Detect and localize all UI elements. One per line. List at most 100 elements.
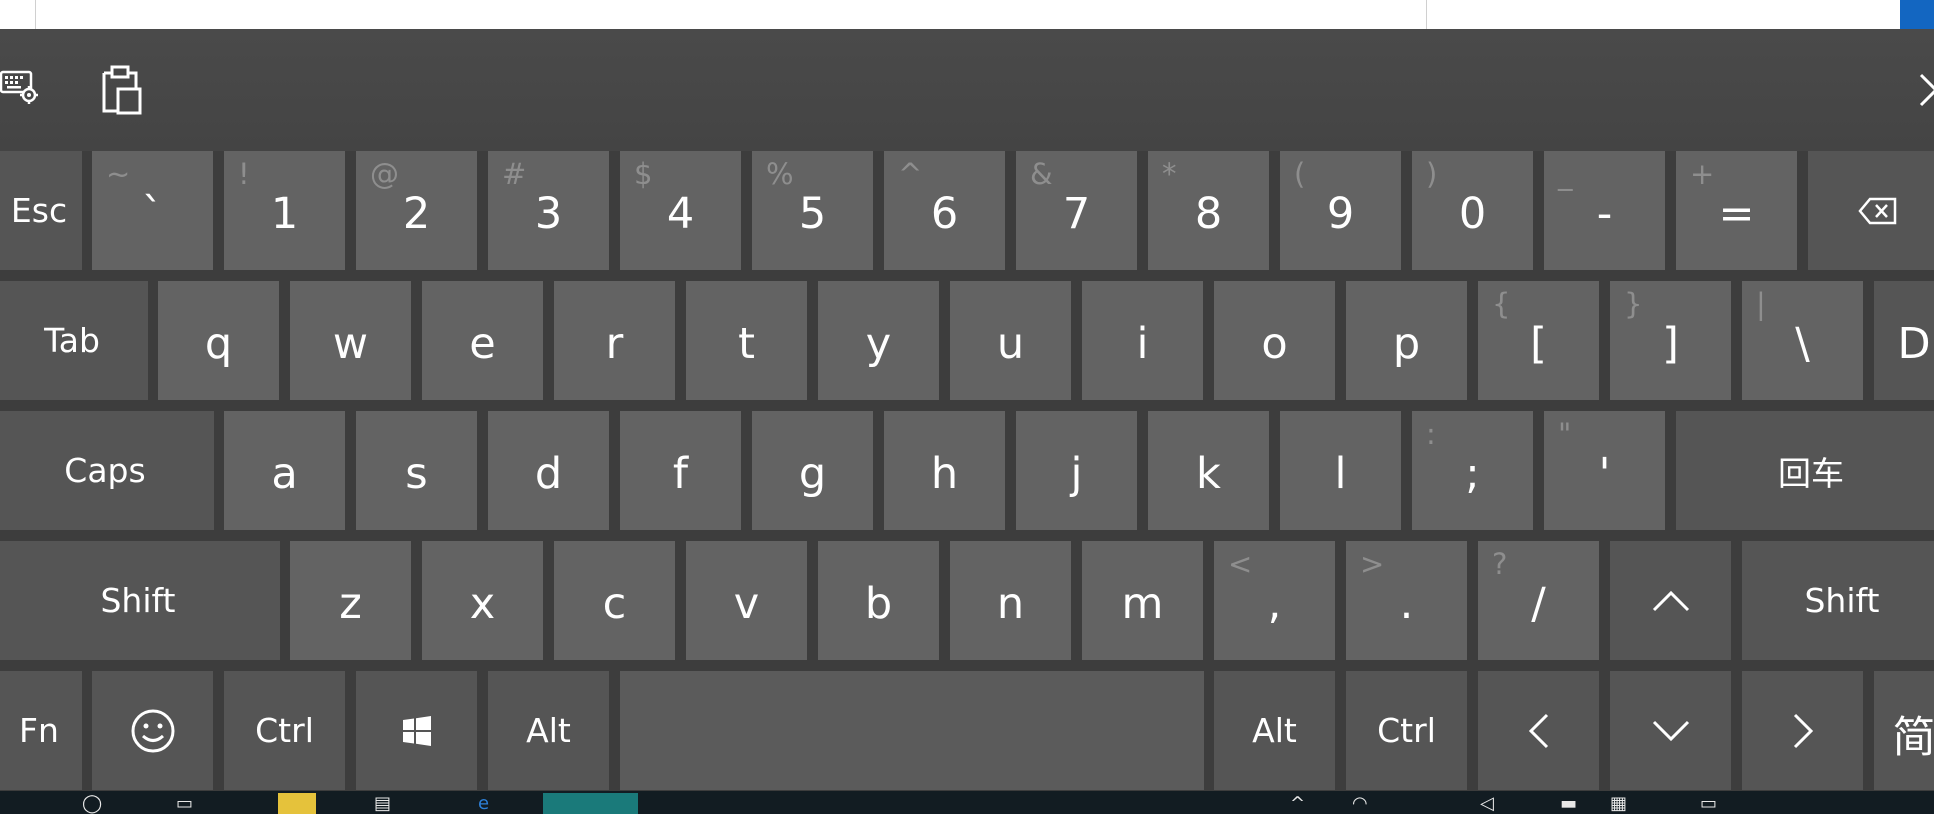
key-tab[interactable]: Tab <box>0 281 148 400</box>
key-right[interactable] <box>1742 671 1863 790</box>
key-del[interactable]: D <box>1874 281 1934 400</box>
key-t[interactable]: t <box>686 281 807 400</box>
key-space[interactable] <box>620 671 1204 790</box>
key-semicolon[interactable]: :; <box>1412 411 1533 530</box>
key-q[interactable]: q <box>158 281 279 400</box>
key-b[interactable]: b <box>818 541 939 660</box>
key-label: u <box>996 318 1025 369</box>
key-rshift[interactable]: Shift <box>1742 541 1934 660</box>
key-win[interactable] <box>356 671 477 790</box>
network-icon[interactable]: ◠ <box>1352 793 1368 814</box>
keyboard-icon[interactable]: ▦ <box>1610 793 1627 814</box>
key-backtick[interactable]: ~ ` <box>92 151 213 270</box>
key-9[interactable]: (9 <box>1280 151 1401 270</box>
key-secondary-label: * <box>1162 157 1177 191</box>
key-label: Ctrl <box>1377 711 1436 750</box>
key-down[interactable] <box>1610 671 1731 790</box>
clipboard-icon[interactable] <box>98 65 144 115</box>
battery-icon[interactable]: ▬ <box>1560 793 1577 814</box>
key-k[interactable]: k <box>1148 411 1269 530</box>
key-5[interactable]: % 5 <box>752 151 873 270</box>
key-secondary-label: $ <box>634 157 653 191</box>
key-v[interactable]: v <box>686 541 807 660</box>
key-2[interactable]: @2 <box>356 151 477 270</box>
key-x[interactable]: x <box>422 541 543 660</box>
key-up[interactable] <box>1610 541 1731 660</box>
key-c[interactable]: c <box>554 541 675 660</box>
key-w[interactable]: w <box>290 281 411 400</box>
keyboard-settings-icon[interactable] <box>0 69 40 105</box>
key-esc[interactable]: Esc <box>0 151 82 270</box>
task-view-icon[interactable]: ▭ <box>176 793 193 814</box>
key-g[interactable]: g <box>752 411 873 530</box>
key-f[interactable]: f <box>620 411 741 530</box>
key-s[interactable]: s <box>356 411 477 530</box>
key-fn[interactable]: Fn <box>0 671 82 790</box>
key-6[interactable]: ^ 6 <box>884 151 1005 270</box>
chevron-up-icon[interactable]: ^ <box>1290 793 1305 814</box>
key-label: 9 <box>1326 188 1355 239</box>
key-caps[interactable]: Caps <box>0 411 214 530</box>
app-icon[interactable] <box>278 793 316 814</box>
app-icon[interactable]: ▤ <box>374 793 412 814</box>
key-label: Tab <box>44 321 100 360</box>
layout-icon[interactable]: ▭ <box>1700 793 1717 814</box>
key-minus[interactable]: _ - <box>1544 151 1665 270</box>
key-o[interactable]: o <box>1214 281 1335 400</box>
key-i[interactable]: i <box>1082 281 1203 400</box>
key-label: 6 <box>930 188 959 239</box>
key-backspace[interactable] <box>1808 151 1934 270</box>
app-icon[interactable] <box>543 793 638 814</box>
key-rctrl[interactable]: Ctrl <box>1346 671 1467 790</box>
key-emoji[interactable] <box>92 671 213 790</box>
key-comma[interactable]: <, <box>1214 541 1335 660</box>
key-n[interactable]: n <box>950 541 1071 660</box>
key-label: 4 <box>666 188 695 239</box>
key-u[interactable]: u <box>950 281 1071 400</box>
key-d[interactable]: d <box>488 411 609 530</box>
volume-icon[interactable]: ◁ <box>1480 793 1494 814</box>
edge-icon[interactable]: e <box>478 793 489 814</box>
key-label: 简 <box>1892 712 1934 763</box>
key-backslash[interactable]: | \ <box>1742 281 1863 400</box>
key-equals[interactable]: + = <box>1676 151 1797 270</box>
key-secondary-label: ? <box>1492 547 1508 581</box>
key-l[interactable]: l <box>1280 411 1401 530</box>
key-lshift[interactable]: Shift <box>0 541 280 660</box>
key-label: f <box>672 448 689 499</box>
key-7[interactable]: & 7 <box>1016 151 1137 270</box>
search-icon[interactable]: ◯ <box>82 793 102 814</box>
key-4[interactable]: $4 <box>620 151 741 270</box>
key-left[interactable] <box>1478 671 1599 790</box>
key-secondary-label: } <box>1624 287 1643 321</box>
key-slash[interactable]: ? / <box>1478 541 1599 660</box>
key-a[interactable]: a <box>224 411 345 530</box>
key-y[interactable]: y <box>818 281 939 400</box>
key-8[interactable]: * 8 <box>1148 151 1269 270</box>
key-e[interactable]: e <box>422 281 543 400</box>
key-label: t <box>738 318 755 369</box>
key-quote[interactable]: " ' <box>1544 411 1665 530</box>
key-j[interactable]: j <box>1016 411 1137 530</box>
key-rbracket[interactable]: }] <box>1610 281 1731 400</box>
key-p[interactable]: p <box>1346 281 1467 400</box>
key-lctrl[interactable]: Ctrl <box>224 671 345 790</box>
close-icon[interactable] <box>1917 69 1934 109</box>
key-m[interactable]: m <box>1082 541 1203 660</box>
key-secondary-label: < <box>1228 547 1253 581</box>
key-lbracket[interactable]: {[ <box>1478 281 1599 400</box>
key-z[interactable]: z <box>290 541 411 660</box>
key-enter[interactable]: 回车 <box>1676 411 1934 530</box>
backspace-icon <box>1858 196 1898 226</box>
key-label: 5 <box>798 188 827 239</box>
key-ralt[interactable]: Alt <box>1214 671 1335 790</box>
key-lang[interactable]: 简 <box>1874 671 1934 790</box>
key-3[interactable]: #3 <box>488 151 609 270</box>
key-label: i <box>1136 318 1149 369</box>
key-0[interactable]: ) 0 <box>1412 151 1533 270</box>
key-r[interactable]: r <box>554 281 675 400</box>
key-lalt[interactable]: Alt <box>488 671 609 790</box>
key-1[interactable]: ! 1 <box>224 151 345 270</box>
key-period[interactable]: >. <box>1346 541 1467 660</box>
key-h[interactable]: h <box>884 411 1005 530</box>
